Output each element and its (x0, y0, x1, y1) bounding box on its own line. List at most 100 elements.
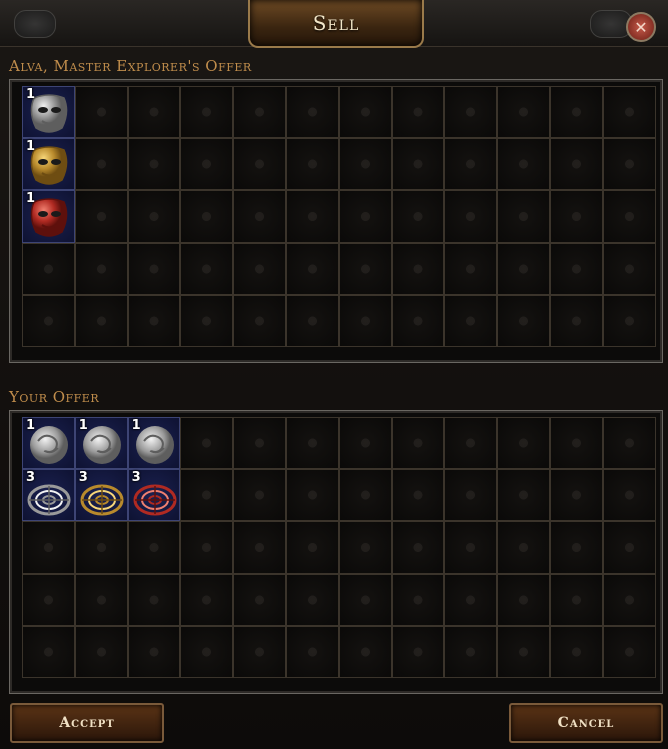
your-offer-slot[interactable] (549, 417, 603, 470)
your-offer-slot[interactable] (22, 625, 75, 678)
your-offer-slot[interactable] (285, 573, 339, 626)
npc-offer-slot[interactable] (285, 242, 339, 295)
npc-offer-slot[interactable] (338, 86, 392, 139)
your-offer-slot[interactable] (180, 625, 234, 678)
npc-offer-slot[interactable] (22, 242, 75, 295)
npc-offer-slot[interactable] (180, 294, 234, 347)
your-offer-slot[interactable] (444, 417, 498, 470)
npc-offer-slot[interactable] (338, 294, 392, 347)
your-offer-item-slot[interactable]: 3 (74, 469, 128, 522)
your-offer-slot[interactable] (391, 625, 445, 678)
npc-offer-slot[interactable] (233, 190, 286, 243)
npc-offer-slot[interactable] (285, 190, 339, 243)
npc-offer-slot[interactable] (549, 294, 603, 347)
npc-offer-slot[interactable] (127, 242, 181, 295)
your-offer-slot[interactable] (444, 521, 498, 574)
your-offer-slot[interactable] (497, 625, 550, 678)
your-offer-slot[interactable] (391, 521, 445, 574)
npc-offer-slot[interactable] (549, 190, 603, 243)
your-offer-slot[interactable] (338, 573, 392, 626)
npc-offer-slot[interactable] (74, 86, 128, 139)
your-offer-slot[interactable] (22, 573, 75, 626)
npc-offer-slot[interactable] (444, 190, 498, 243)
your-offer-slot[interactable] (22, 521, 75, 574)
your-offer-slot[interactable] (285, 625, 339, 678)
npc-offer-slot[interactable] (497, 190, 550, 243)
your-offer-slot[interactable] (180, 573, 234, 626)
npc-offer-slot[interactable] (444, 86, 498, 139)
npc-offer-slot[interactable] (74, 242, 128, 295)
npc-offer-slot[interactable] (602, 242, 656, 295)
your-offer-slot[interactable] (285, 469, 339, 522)
npc-offer-slot[interactable] (127, 190, 181, 243)
your-offer-slot[interactable] (549, 521, 603, 574)
npc-offer-slot[interactable] (391, 86, 445, 139)
close-button[interactable]: ✕ (626, 12, 656, 42)
your-offer-slot[interactable] (391, 469, 445, 522)
npc-offer-slot[interactable] (497, 242, 550, 295)
your-offer-slot[interactable] (233, 417, 286, 470)
npc-offer-slot[interactable] (391, 138, 445, 191)
npc-offer-slot[interactable] (391, 294, 445, 347)
your-offer-item-slot[interactable]: 1 (74, 417, 128, 470)
npc-offer-slot[interactable] (22, 294, 75, 347)
your-offer-slot[interactable] (233, 469, 286, 522)
npc-offer-slot[interactable] (549, 86, 603, 139)
your-offer-slot[interactable] (602, 573, 656, 626)
npc-offer-slot[interactable] (602, 86, 656, 139)
your-offer-slot[interactable] (497, 521, 550, 574)
npc-offer-slot[interactable] (549, 242, 603, 295)
your-offer-slot[interactable] (338, 417, 392, 470)
npc-offer-slot[interactable] (602, 190, 656, 243)
your-offer-slot[interactable] (180, 469, 234, 522)
your-offer-slot[interactable] (180, 521, 234, 574)
cancel-button[interactable]: Cancel (509, 703, 663, 743)
npc-offer-slot[interactable] (602, 138, 656, 191)
npc-offer-slot[interactable] (391, 242, 445, 295)
your-offer-slot[interactable] (497, 573, 550, 626)
npc-offer-slot[interactable] (444, 294, 498, 347)
your-offer-slot[interactable] (602, 417, 656, 470)
npc-offer-slot[interactable] (233, 242, 286, 295)
your-offer-slot[interactable] (444, 625, 498, 678)
your-offer-slot[interactable] (338, 469, 392, 522)
npc-offer-slot[interactable] (233, 138, 286, 191)
your-offer-slot[interactable] (602, 521, 656, 574)
npc-offer-slot[interactable] (74, 138, 128, 191)
your-offer-slot[interactable] (338, 625, 392, 678)
npc-offer-slot[interactable] (497, 294, 550, 347)
your-offer-item-slot[interactable]: 1 (22, 417, 75, 470)
npc-offer-slot[interactable] (127, 294, 181, 347)
npc-offer-slot[interactable] (74, 190, 128, 243)
your-offer-slot[interactable] (74, 625, 128, 678)
npc-offer-slot[interactable] (285, 86, 339, 139)
your-offer-slot[interactable] (74, 521, 128, 574)
npc-offer-slot[interactable] (233, 294, 286, 347)
npc-offer-slot[interactable] (180, 190, 234, 243)
your-offer-slot[interactable] (497, 417, 550, 470)
your-offer-slot[interactable] (285, 521, 339, 574)
your-offer-slot[interactable] (127, 573, 181, 626)
accept-button[interactable]: Accept (10, 703, 164, 743)
your-offer-slot[interactable] (391, 573, 445, 626)
your-offer-slot[interactable] (549, 469, 603, 522)
npc-offer-slot[interactable] (338, 138, 392, 191)
npc-offer-slot[interactable] (127, 86, 181, 139)
npc-offer-slot[interactable] (444, 242, 498, 295)
your-offer-slot[interactable] (549, 573, 603, 626)
npc-offer-item-slot[interactable]: 1 (22, 190, 75, 243)
your-offer-slot[interactable] (127, 521, 181, 574)
your-offer-slot[interactable] (233, 625, 286, 678)
your-offer-item-slot[interactable]: 1 (127, 417, 181, 470)
npc-offer-slot[interactable] (497, 86, 550, 139)
npc-offer-slot[interactable] (285, 138, 339, 191)
npc-offer-slot[interactable] (180, 138, 234, 191)
your-offer-slot[interactable] (285, 417, 339, 470)
your-offer-slot[interactable] (391, 417, 445, 470)
npc-offer-slot[interactable] (127, 138, 181, 191)
your-offer-slot[interactable] (497, 469, 550, 522)
npc-offer-slot[interactable] (338, 242, 392, 295)
your-offer-slot[interactable] (233, 521, 286, 574)
your-offer-slot[interactable] (74, 573, 128, 626)
your-offer-slot[interactable] (549, 625, 603, 678)
